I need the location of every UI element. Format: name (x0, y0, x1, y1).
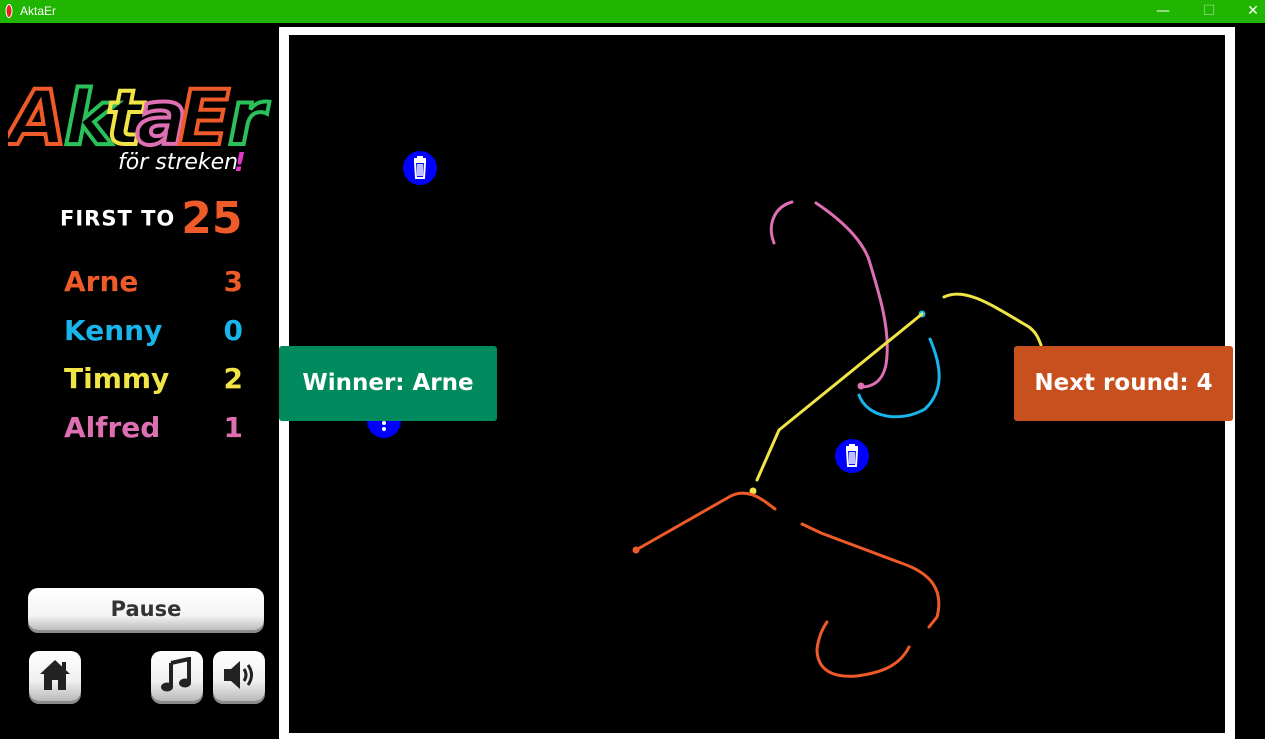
trash-icon (413, 156, 427, 179)
player-row: Kenny 0 (64, 314, 249, 363)
player-score: 3 (223, 265, 243, 298)
close-button[interactable]: ✕ (1230, 0, 1265, 23)
home-icon (40, 660, 70, 690)
trail-arne (634, 491, 941, 678)
first-to-value: 25 (181, 193, 243, 244)
logo-exclaim: ! (234, 148, 246, 178)
powerup-clear (835, 439, 869, 473)
trash-icon (845, 444, 859, 467)
player-row: Alfred 1 (64, 411, 249, 460)
music-button[interactable] (151, 651, 203, 701)
player-name: Kenny (64, 313, 163, 347)
maximize-button[interactable]: ☐ (1186, 0, 1232, 23)
logo-subtitle: för streken (118, 150, 238, 175)
player-name: Alfred (64, 410, 161, 444)
scoreboard: Arne 3 Kenny 0 Timmy 2 Alfred 1 (64, 265, 249, 459)
first-to-target: FIRST TO 25 (60, 193, 243, 244)
window-title: AktaEr (20, 4, 57, 18)
sound-button[interactable] (213, 651, 265, 701)
svg-text:A: A (8, 73, 67, 162)
trail-timmy (755, 292, 1043, 482)
game-logo: A k t a E r för streken ! (8, 71, 272, 178)
speaker-icon (224, 661, 253, 689)
pause-button[interactable]: Pause (28, 588, 264, 630)
player-score: 2 (223, 362, 243, 395)
svg-text:E: E (178, 73, 230, 162)
next-round-banner: Next round: 4 (1014, 346, 1233, 421)
player-name: Arne (64, 265, 139, 298)
music-note-icon (161, 657, 191, 692)
powerup-clear (403, 151, 437, 185)
window-titlebar: AktaEr — ☐ ✕ (0, 0, 1265, 23)
player-score: 0 (223, 313, 243, 347)
player-row: Timmy 2 (64, 362, 249, 411)
head-alfred (857, 382, 865, 390)
home-button[interactable] (29, 651, 81, 701)
minimize-button[interactable]: — (1140, 0, 1186, 23)
head-arne (632, 546, 640, 554)
trail-kenny (857, 337, 941, 419)
player-score: 1 (223, 410, 243, 444)
first-to-label: FIRST TO (60, 206, 176, 231)
winner-banner: Winner: Arne (279, 346, 497, 421)
trail-alfred (769, 200, 889, 389)
player-name: Timmy (64, 362, 170, 395)
sidebar: A k t a E r för streken ! FIRST TO 25 Arn… (0, 23, 279, 739)
app-icon (5, 4, 13, 18)
player-row: Arne 3 (64, 265, 249, 314)
